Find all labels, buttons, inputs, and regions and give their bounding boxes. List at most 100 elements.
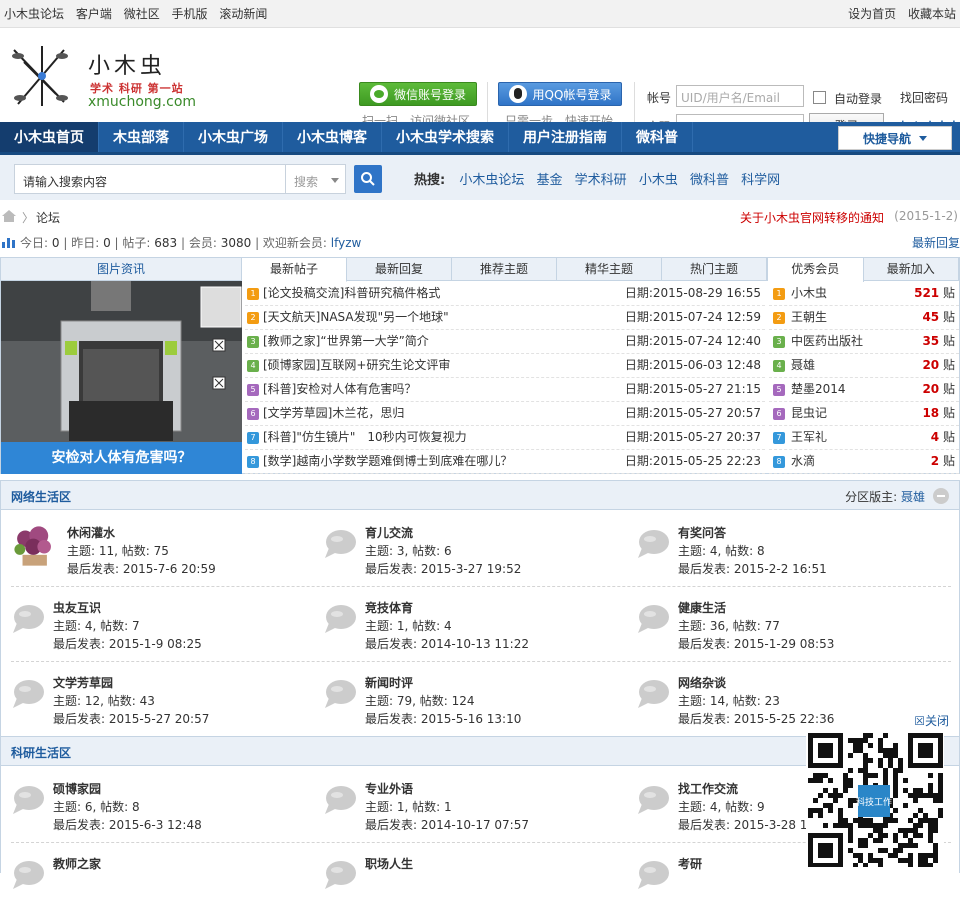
post-title-link[interactable]: [硕博家园]互联网+研究生论文评审 xyxy=(263,354,450,377)
hot-search-item[interactable]: 小木虫论坛 xyxy=(459,173,524,188)
member-name-link[interactable]: 楚墨2014 xyxy=(791,378,846,401)
top-link-mobile[interactable]: 手机版 xyxy=(172,7,208,21)
moderator-link[interactable]: 聂雄 xyxy=(901,490,925,504)
wechat-login-label: 微信账号登录 xyxy=(393,87,466,102)
section-title[interactable]: 网络生活区 xyxy=(11,488,71,505)
quick-nav-button[interactable]: 快捷导航 xyxy=(838,126,952,150)
tab-new-members[interactable]: 最新加入 xyxy=(864,258,959,280)
pic-news-title: 图片资讯 xyxy=(1,258,242,281)
tab-latest-replies[interactable]: 最新回复 xyxy=(347,258,452,280)
forum-name-link[interactable]: 考研 xyxy=(678,855,702,872)
forum-name-link[interactable]: 找工作交流 xyxy=(678,780,738,797)
member-name-link[interactable]: 水滴 xyxy=(791,450,815,473)
tab-recommended[interactable]: 推荐主题 xyxy=(452,258,557,280)
qq-login-button[interactable]: 用QQ帐号登录 xyxy=(498,82,622,106)
hot-search-item[interactable]: 小木虫 xyxy=(639,173,678,188)
forum-name-link[interactable]: 专业外语 xyxy=(365,780,413,797)
forum-name-link[interactable]: 职场人生 xyxy=(365,855,413,872)
member-row: 7 王军礼 4 贴 xyxy=(769,426,959,450)
member-name-link[interactable]: 中医药出版社 xyxy=(791,330,863,353)
member-post-count: 18 贴 xyxy=(922,402,955,425)
breadcrumb-separator-icon: 〉 xyxy=(22,211,35,225)
member-name-link[interactable]: 王军礼 xyxy=(791,426,827,449)
new-member-link[interactable]: lfyzw xyxy=(331,236,362,250)
forum-name-link[interactable]: 文学芳草园 xyxy=(53,674,113,691)
find-password-link[interactable]: 找回密码 xyxy=(900,89,948,106)
member-name-link[interactable]: 昆虫记 xyxy=(791,402,827,425)
forum-name-link[interactable]: 健康生活 xyxy=(678,599,726,616)
forum-name-link[interactable]: 休闲灌水 xyxy=(67,524,115,541)
forum-last-post: 最后发表: 2015-5-27 20:57 xyxy=(53,712,210,726)
stats-text: 今日: 0 | 昨日: 0 | 帖子: 683 | 会员: 3080 | 欢迎新… xyxy=(20,236,362,250)
today-label: 今日: xyxy=(20,236,49,250)
top-link-forum[interactable]: 小木虫论坛 xyxy=(4,7,64,21)
pic-news-image[interactable]: 安检对人体有危害吗？ xyxy=(1,281,242,474)
nav-item-tribe[interactable]: 木虫部落 xyxy=(99,122,184,152)
search-input[interactable]: 请输入搜索内容 xyxy=(14,164,286,194)
top-link-micro-community[interactable]: 微社区 xyxy=(124,7,160,21)
forum-name-link[interactable]: 教师之家 xyxy=(53,855,101,872)
top-link-client[interactable]: 客户端 xyxy=(76,7,112,21)
site-logo[interactable]: 小木虫 学术 科研 第一站 xmuchong.com xyxy=(4,42,204,116)
member-name-link[interactable]: 聂雄 xyxy=(791,354,815,377)
tab-featured[interactable]: 精华主题 xyxy=(557,258,662,280)
search-icon xyxy=(361,172,375,186)
top-link-news[interactable]: 滚动新闻 xyxy=(219,7,267,21)
nav-item-square[interactable]: 小木虫广场 xyxy=(184,122,283,152)
nav-item-academic-search[interactable]: 小木虫学术搜索 xyxy=(382,122,509,152)
auto-login-checkbox[interactable] xyxy=(813,91,826,104)
wechat-icon xyxy=(369,85,388,103)
forum-stats: 主题: 79, 帖数: 124 xyxy=(365,694,475,708)
set-homepage-link[interactable]: 设为首页 xyxy=(848,7,896,21)
wechat-login-button[interactable]: 微信账号登录 xyxy=(359,82,477,106)
hot-search-item[interactable]: 科学网 xyxy=(741,173,780,188)
nav-item-home[interactable]: 小木虫首页 xyxy=(0,122,99,152)
search-button[interactable] xyxy=(354,165,382,193)
section-title[interactable]: 科研生活区 xyxy=(11,744,71,761)
nav-item-register-guide[interactable]: 用户注册指南 xyxy=(509,122,622,152)
member-name-link[interactable]: 小木虫 xyxy=(791,282,827,305)
tab-latest-posts[interactable]: 最新帖子 xyxy=(242,258,347,282)
forum-item: 专业外语 主题: 1, 帖数: 1 最后发表: 2014-10-17 07:57 xyxy=(323,778,623,848)
qr-code[interactable]: 科技工作 xyxy=(806,733,944,868)
forum-name-link[interactable]: 硕博家园 xyxy=(53,780,101,797)
forum-name-link[interactable]: 有奖问答 xyxy=(678,524,726,541)
qr-badge-label: 科技工作 xyxy=(856,796,892,808)
forum-name-link[interactable]: 网络杂谈 xyxy=(678,674,726,691)
post-row: 2 [天文航天]NASA发现"另一个地球" 日期:2015-07-24 12:59 xyxy=(245,306,765,330)
bookmark-link[interactable]: 收藏本站 xyxy=(908,7,956,21)
post-title-link[interactable]: [教师之家]“世界第一大学”简介 xyxy=(263,330,429,353)
member-count-value: 35 xyxy=(922,334,940,348)
search-type-select[interactable]: 搜索 xyxy=(286,164,346,194)
forum-stats: 主题: 1, 帖数: 4 xyxy=(365,619,452,633)
nav-item-blog[interactable]: 小木虫博客 xyxy=(283,122,382,152)
forum-name-link[interactable]: 虫友互识 xyxy=(53,599,101,616)
tab-top-members[interactable]: 优秀会员 xyxy=(768,258,864,282)
post-title-link[interactable]: [天文航天]NASA发现"另一个地球" xyxy=(263,306,449,329)
forum-stats: 主题: 4, 帖数: 8 xyxy=(678,544,765,558)
post-title-link[interactable]: [科普]"仿生镜片" 10秒内可恢复视力 xyxy=(263,426,467,449)
hot-search-item[interactable]: 微科普 xyxy=(690,173,729,188)
forum-stats: 主题: 1, 帖数: 1 xyxy=(365,800,452,814)
post-title-link[interactable]: [文学芳草园]木兰花，思归 xyxy=(263,402,404,425)
members-count: 3080 xyxy=(220,236,252,250)
member-name-link[interactable]: 王朝生 xyxy=(791,306,827,329)
hot-search-item[interactable]: 基金 xyxy=(537,173,563,188)
tab-hot[interactable]: 热门主题 xyxy=(662,258,767,280)
forum-name-link[interactable]: 新闻时评 xyxy=(365,674,413,691)
recent-replies-link[interactable]: 最新回复 xyxy=(912,234,960,251)
forum-name-link[interactable]: 育儿交流 xyxy=(365,524,413,541)
member-post-count: 521 贴 xyxy=(914,282,955,305)
account-input[interactable]: UID/用户名/Email xyxy=(676,85,804,107)
post-title-link[interactable]: [论文投稿交流]科普研究稿件格式 xyxy=(263,282,440,305)
notice-link[interactable]: 关于小木虫官网转移的通知 xyxy=(740,209,884,226)
post-title-link[interactable]: [数学]越南小学数学题难倒博士到底难在哪儿？ xyxy=(263,450,512,473)
pic-news-caption[interactable]: 安检对人体有危害吗？ xyxy=(1,442,242,474)
nav-item-science[interactable]: 微科普 xyxy=(622,122,693,152)
forum-item: 硕博家园 主题: 6, 帖数: 8 最后发表: 2015-6-3 12:48 xyxy=(11,778,311,848)
home-icon[interactable] xyxy=(2,210,16,222)
forum-name-link[interactable]: 竞技体育 xyxy=(365,599,413,616)
hot-search-item[interactable]: 学术科研 xyxy=(575,173,627,188)
post-title-link[interactable]: [科普]安检对人体有危害吗？ xyxy=(263,378,416,401)
collapse-icon[interactable] xyxy=(933,488,949,504)
